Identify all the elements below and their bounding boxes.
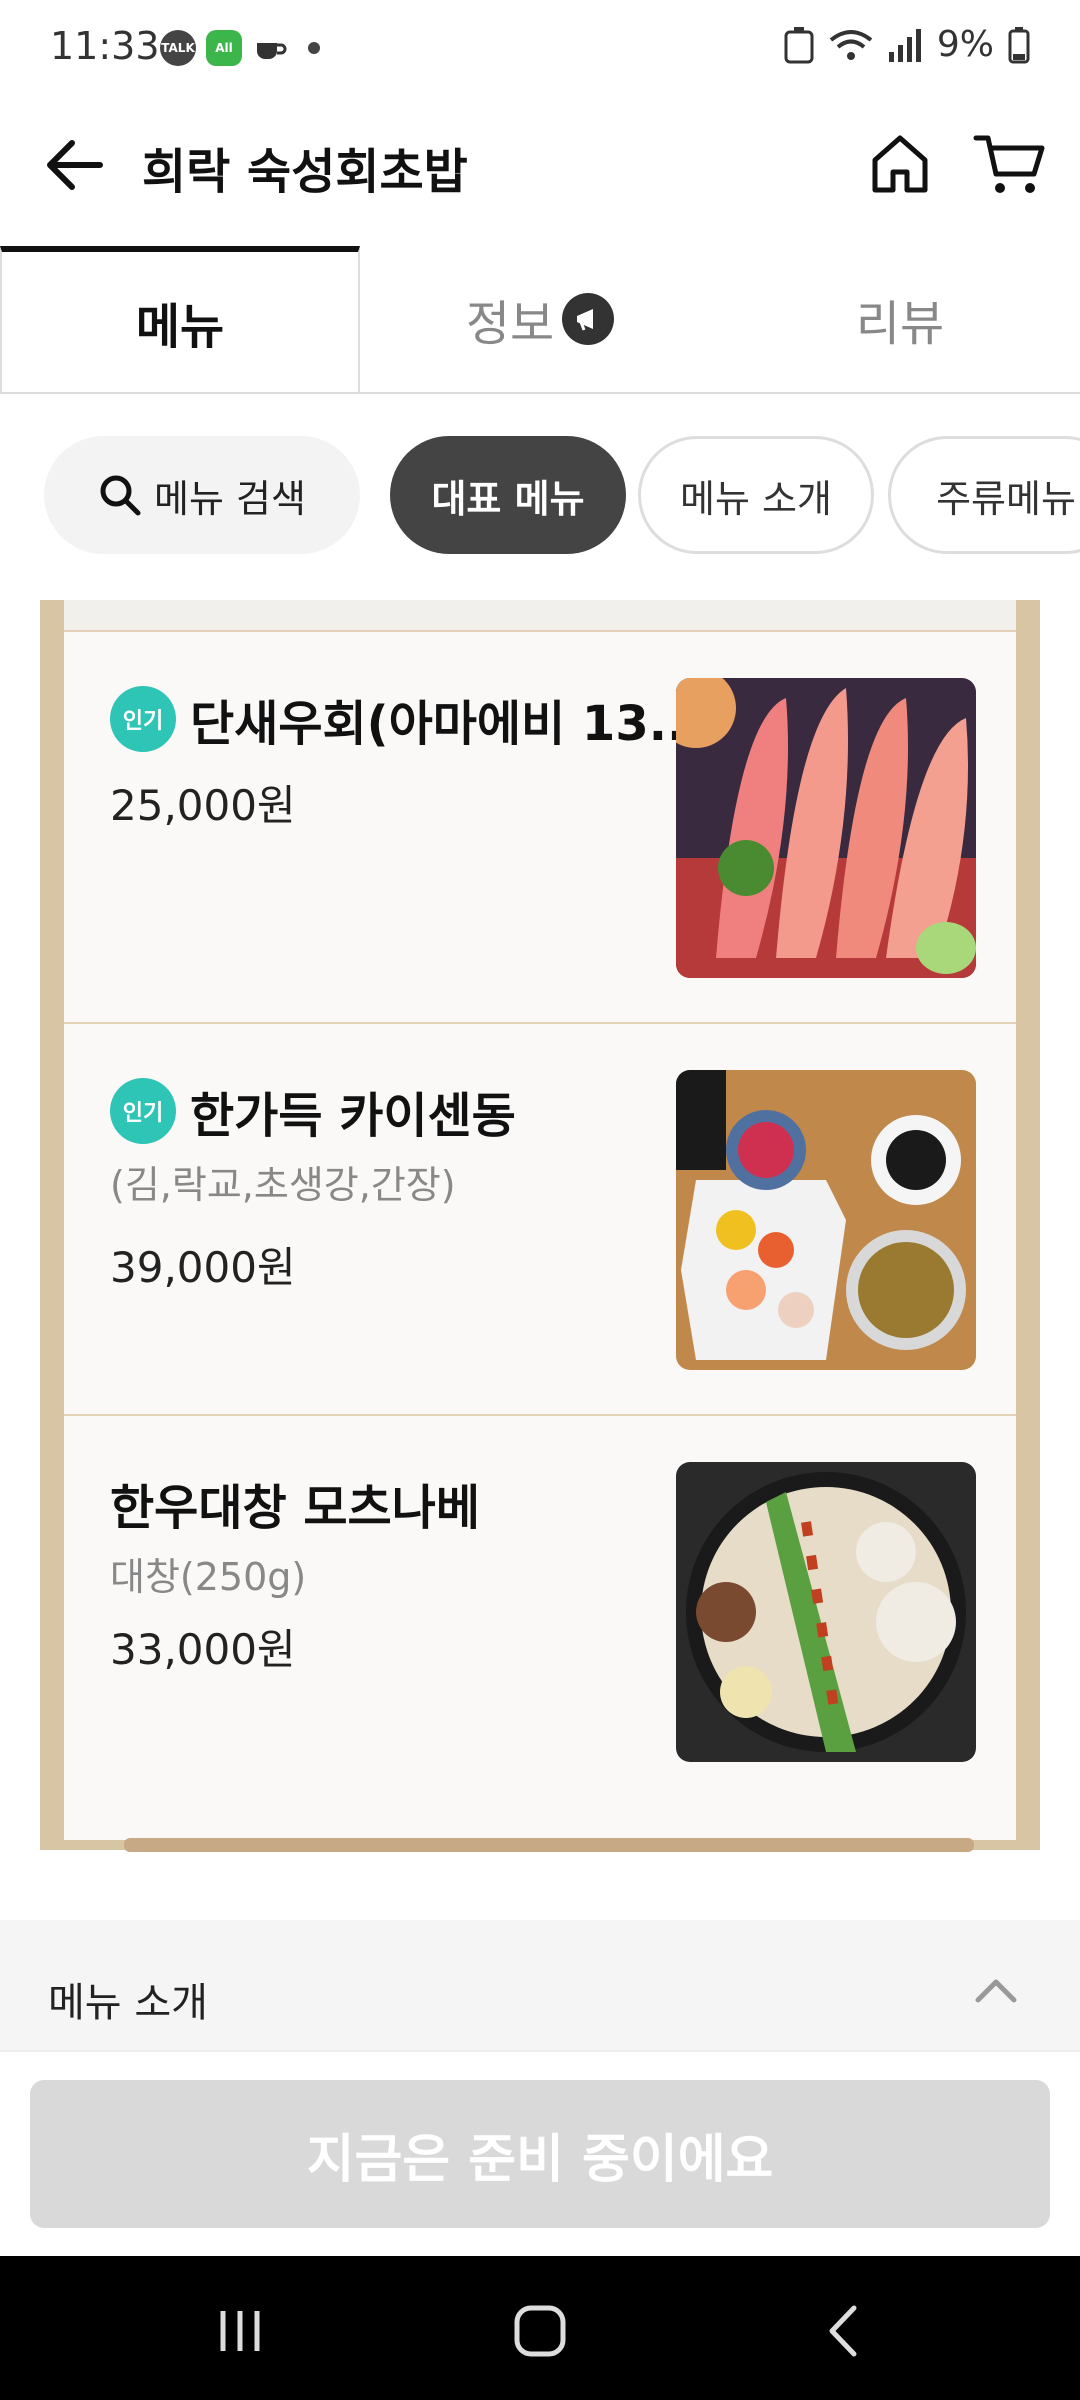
coffee-icon <box>252 30 288 66</box>
app-icon: All <box>206 30 242 66</box>
menu-item-desc: (김,락교,초생강,간장) <box>110 1163 456 1207</box>
tab-info-label: 정보 <box>465 296 555 352</box>
home-icon[interactable] <box>865 128 935 198</box>
motsunabe-photo[interactable] <box>676 1462 976 1762</box>
menu-item-title-row: 인기 단새우회(아마에비 13... <box>110 684 703 754</box>
chip-alcohol-menu-label: 주류메뉴 <box>936 476 1076 521</box>
popular-badge: 인기 <box>110 686 176 752</box>
app-header: 희락 숙성회초밥 <box>0 100 1080 230</box>
back-arrow-icon[interactable] <box>40 130 110 200</box>
menu-board: 인기 단새우회(아마에비 13... 25,000원 인기 한가득 카이센동 (… <box>20 600 1060 1860</box>
back-nav-icon[interactable] <box>810 2296 880 2366</box>
chip-alcohol-menu[interactable]: 주류메뉴 <box>888 436 1080 554</box>
tab-bar: 메뉴 정보 리뷰 <box>0 246 1080 394</box>
preparing-button[interactable]: 지금은 준비 중이에요 <box>30 2080 1050 2228</box>
menu-item-price: 33,000원 <box>110 1625 296 1674</box>
category-chips: 메뉴 검색 대표 메뉴 메뉴 소개 주류메뉴 <box>0 430 1080 560</box>
kaisendon-photo[interactable] <box>676 1070 976 1370</box>
status-time: 11:33 <box>50 24 160 68</box>
tab-review-label: 리뷰 <box>855 296 945 352</box>
tab-menu-label: 메뉴 <box>135 299 225 355</box>
tab-info[interactable]: 정보 <box>360 246 720 392</box>
dot-icon <box>308 42 320 54</box>
shrimp-photo[interactable] <box>676 678 976 978</box>
menu-search-label: 메뉴 검색 <box>154 476 306 521</box>
menu-item[interactable]: 한우대창 모츠나베 대창(250g) 33,000원 <box>64 1416 1016 1806</box>
battery-percent: 9% <box>936 24 994 65</box>
recent-apps-icon[interactable] <box>205 2296 275 2366</box>
page-title: 희락 숙성회초밥 <box>142 144 468 200</box>
menu-item-price: 25,000원 <box>110 781 296 830</box>
menu-search-chip[interactable]: 메뉴 검색 <box>44 436 360 554</box>
talk-icon: TALK <box>160 30 196 66</box>
chip-menu-intro-label: 메뉴 소개 <box>680 476 832 521</box>
notification-icons: TALK All <box>160 30 320 66</box>
board-bottom-rail <box>124 1838 974 1852</box>
status-bar: 11:33 TALK All 9% <box>0 0 1080 100</box>
menu-item-desc: 대창(250g) <box>110 1555 307 1599</box>
signal-icon <box>888 28 921 62</box>
system-nav-bar <box>0 2256 1080 2400</box>
popular-badge: 인기 <box>110 1078 176 1144</box>
preparing-button-label: 지금은 준비 중이에요 <box>306 2129 774 2190</box>
tab-menu[interactable]: 메뉴 <box>0 246 360 392</box>
recycle-icon <box>784 26 814 63</box>
menu-item[interactable]: 인기 단새우회(아마에비 13... 25,000원 <box>64 632 1016 1024</box>
home-nav-icon[interactable] <box>505 2296 575 2366</box>
bottom-action-bar: 지금은 준비 중이에요 <box>0 2050 1080 2262</box>
menu-intro-label: 메뉴 소개 <box>48 1980 208 2026</box>
menu-item[interactable]: 인기 한가득 카이센동 (김,락교,초생강,간장) 39,000원 <box>64 1024 1016 1416</box>
wifi-icon <box>829 29 873 60</box>
menu-item-title-row: 한우대창 모츠나베 <box>110 1468 480 1538</box>
battery-icon <box>1008 26 1030 63</box>
tab-review[interactable]: 리뷰 <box>720 246 1080 392</box>
chip-menu-intro[interactable]: 메뉴 소개 <box>638 436 874 554</box>
menu-item-name: 한우대창 모츠나베 <box>110 1480 480 1536</box>
menu-intro-section[interactable]: 메뉴 소개 <box>0 1920 1080 2050</box>
menu-item-name: 한가득 카이센동 <box>190 1088 516 1144</box>
megaphone-icon <box>562 293 615 345</box>
chip-signature-menu-label: 대표 메뉴 <box>431 476 585 521</box>
chip-signature-menu[interactable]: 대표 메뉴 <box>390 436 626 554</box>
menu-item-title-row: 인기 한가득 카이센동 <box>110 1076 516 1146</box>
menu-item-name: 단새우회(아마에비 13... <box>190 696 704 752</box>
cart-icon[interactable] <box>970 128 1050 198</box>
status-right: 9% <box>783 24 1030 65</box>
chevron-up-icon[interactable] <box>972 1970 1020 2010</box>
menu-item-price: 39,000원 <box>110 1243 296 1292</box>
search-icon <box>100 475 141 516</box>
